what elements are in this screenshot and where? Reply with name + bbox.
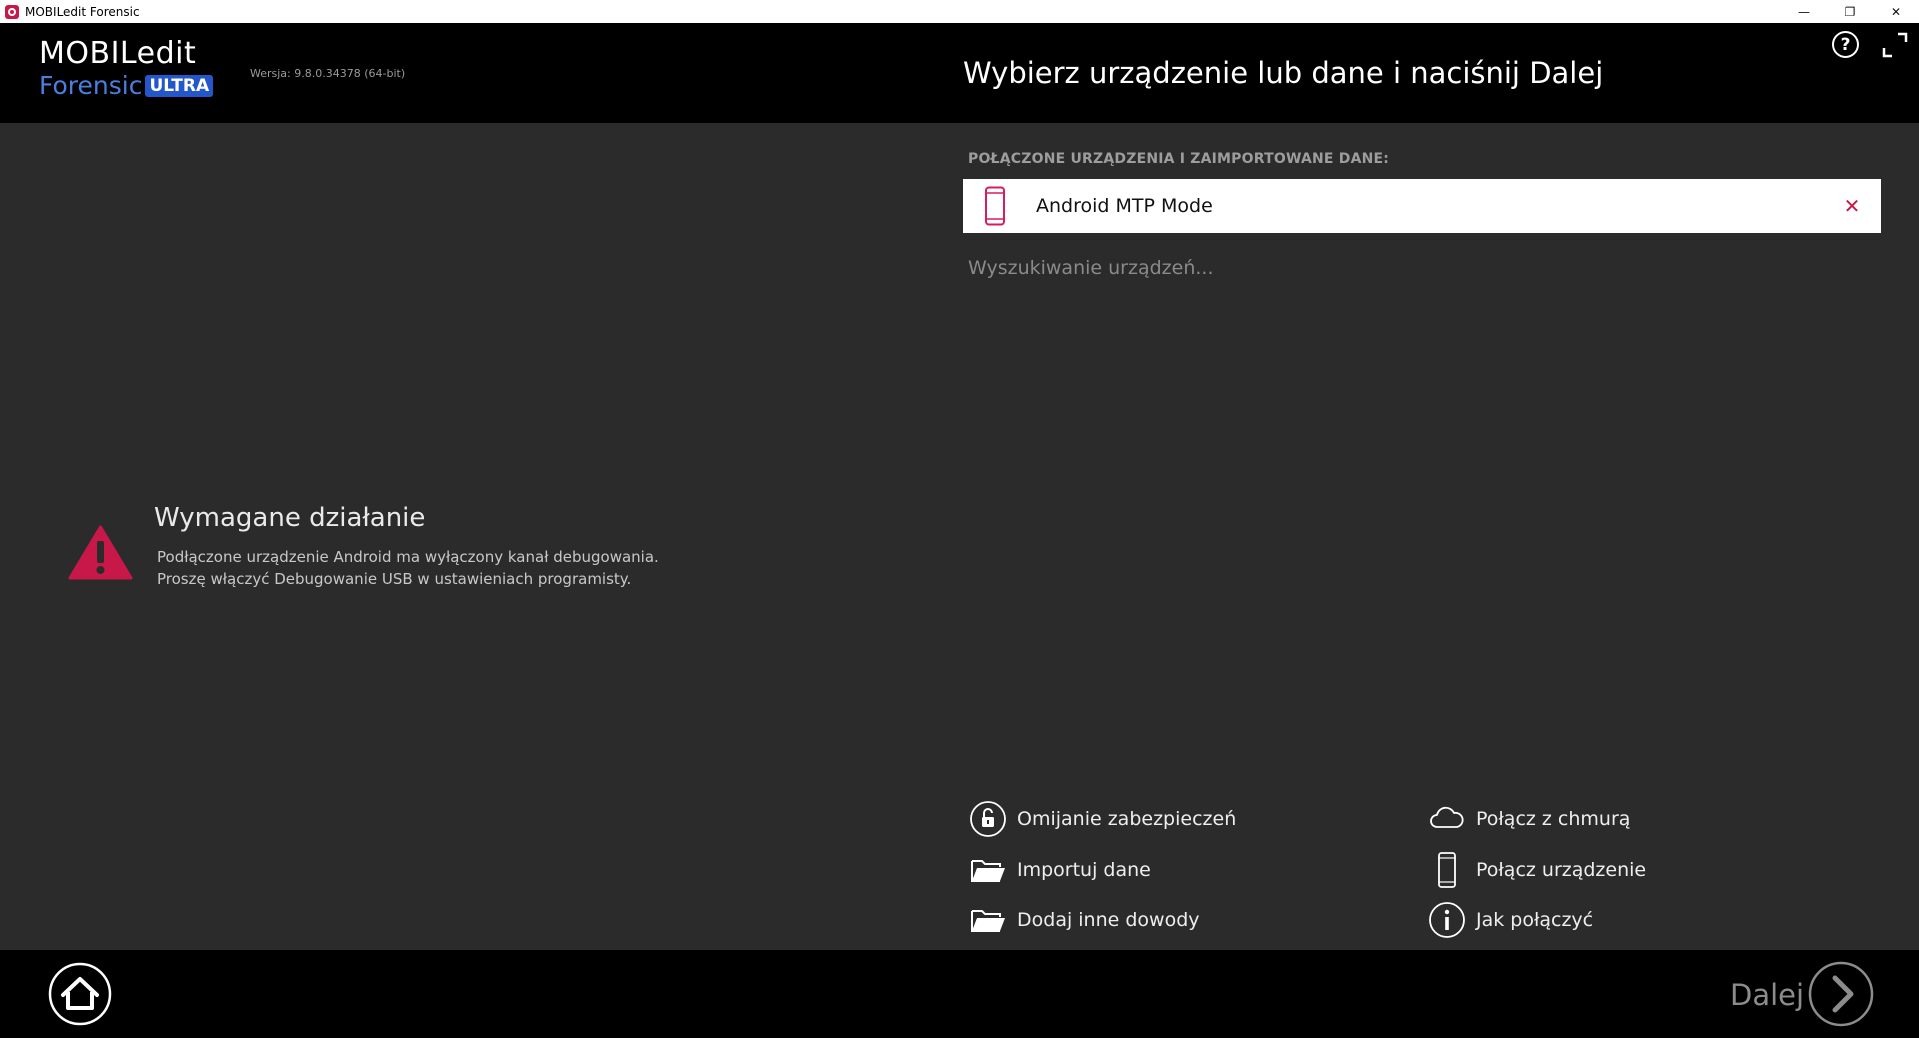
connect-device-label: Połącz urządzenie — [1476, 859, 1647, 881]
phone-icon — [1438, 852, 1456, 888]
warning-message: Podłączone urządzenie Android ma wyłączo… — [157, 546, 659, 590]
import-data-link[interactable]: Importuj dane — [969, 851, 1151, 889]
home-icon[interactable] — [48, 962, 112, 1026]
folder-open-icon — [971, 860, 1005, 882]
bypass-security-label: Omijanie zabezpieczeń — [1017, 808, 1237, 830]
next-label[interactable]: Dalej — [1730, 978, 1804, 1012]
close-button[interactable]: ✕ — [1873, 0, 1919, 23]
os-title-bar: MOBILedit Forensic — ❐ ✕ — [0, 0, 1919, 23]
version-label: Wersja: 9.8.0.34378 (64-bit) — [250, 67, 406, 80]
warning-title: Wymagane działanie — [154, 503, 426, 533]
bypass-security-link[interactable]: Omijanie zabezpieczeń — [969, 800, 1236, 838]
app-header: MOBILedit Forensic ULTRA Wersja: 9.8.0.3… — [0, 23, 1919, 123]
minimize-button[interactable]: — — [1781, 0, 1827, 23]
logo-forensic: Forensic — [39, 71, 143, 100]
device-list-item[interactable]: Android MTP Mode ✕ — [963, 179, 1881, 233]
folder-open-icon — [971, 910, 1005, 932]
import-data-label: Importuj dane — [1017, 859, 1151, 881]
logo-wordmark: MOBILedit — [39, 36, 197, 71]
app-icon — [5, 4, 19, 19]
logo-subline: Forensic ULTRA — [39, 71, 214, 101]
restore-button[interactable]: ❐ — [1827, 0, 1873, 23]
actions-panel: Omijanie zabezpieczeń Importuj dane Doda… — [967, 800, 1887, 950]
device-name: Android MTP Mode — [1036, 195, 1213, 217]
bottom-bar: Dalej — [0, 950, 1919, 1038]
fullscreen-icon[interactable] — [1882, 32, 1908, 58]
how-to-connect-label: Jak połączyć — [1476, 909, 1594, 931]
how-to-connect-link[interactable]: Jak połączyć — [1428, 901, 1593, 939]
mobiledit-logo: MOBILedit Forensic ULTRA — [39, 36, 214, 101]
connect-device-link[interactable]: Połącz urządzenie — [1428, 851, 1646, 889]
help-button[interactable]: ? — [1832, 31, 1859, 58]
window-title: MOBILedit Forensic — [25, 4, 140, 19]
searching-status: Wyszukiwanie urządzeń... — [968, 257, 1214, 279]
remove-device-button[interactable]: ✕ — [1843, 194, 1861, 218]
warning-line-2: Proszę włączyć Debugowanie USB w ustawie… — [157, 570, 632, 588]
connect-cloud-label: Połącz z chmurą — [1476, 808, 1631, 830]
add-evidence-link[interactable]: Dodaj inne dowody — [969, 901, 1200, 939]
chevron-right-icon[interactable] — [1808, 961, 1874, 1027]
unlock-icon — [970, 801, 1006, 837]
cloud-icon — [1430, 806, 1464, 828]
phone-icon — [985, 186, 1005, 226]
warning-line-1: Podłączone urządzenie Android ma wyłączo… — [157, 548, 659, 566]
logo-ultra-badge: ULTRA — [145, 75, 214, 97]
window-controls: — ❐ ✕ — [1781, 0, 1919, 23]
info-icon — [1429, 902, 1465, 938]
devices-section-label: POŁĄCZONE URZĄDZENIA I ZAIMPORTOWANE DAN… — [968, 151, 1390, 167]
warning-icon — [68, 525, 133, 580]
page-title: Wybierz urządzenie lub dane i naciśnij D… — [963, 56, 1604, 90]
connect-cloud-link[interactable]: Połącz z chmurą — [1428, 800, 1630, 838]
add-evidence-label: Dodaj inne dowody — [1017, 909, 1200, 931]
